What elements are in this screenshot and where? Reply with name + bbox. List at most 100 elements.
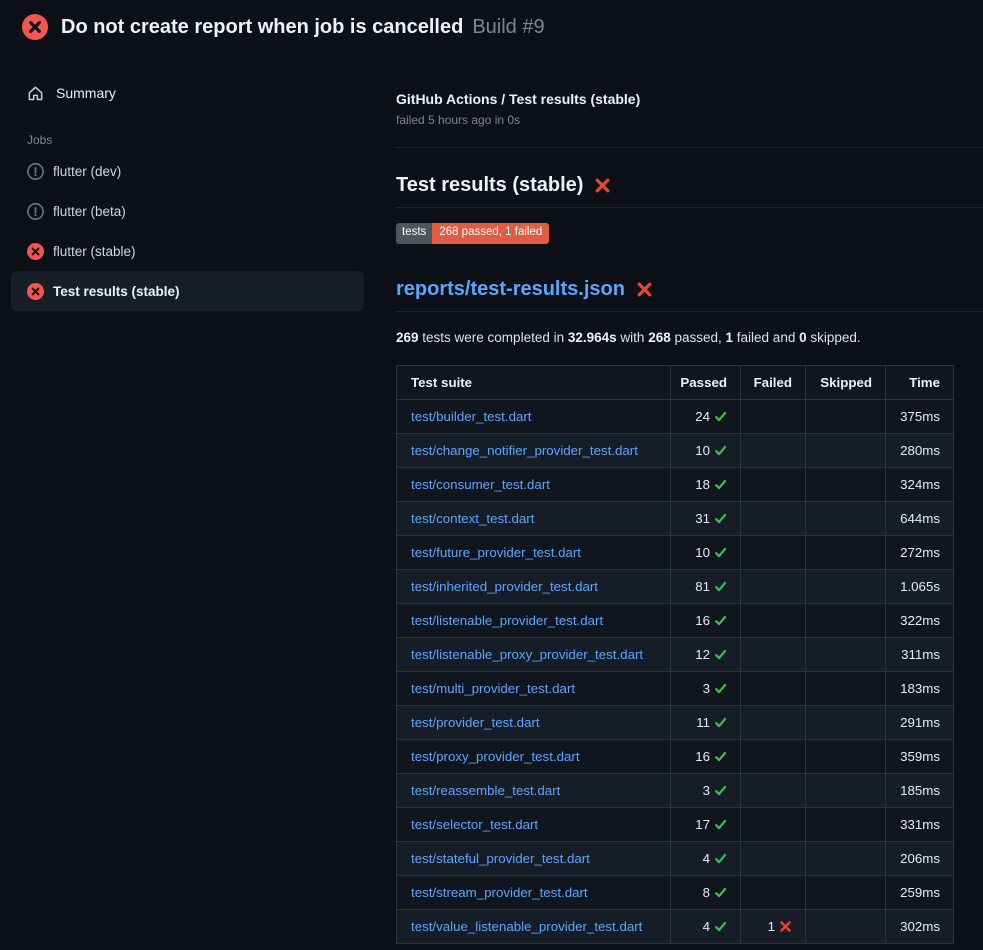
passed-cell: 81	[671, 569, 741, 603]
table-row: test/listenable_proxy_provider_test.dart…	[397, 637, 954, 671]
time-cell: 375ms	[886, 399, 954, 433]
check-icon	[714, 512, 727, 525]
skipped-cell	[806, 603, 886, 637]
suite-link[interactable]: test/value_listenable_provider_test.dart	[411, 919, 642, 934]
check-icon	[714, 410, 727, 423]
suite-link[interactable]: test/listenable_provider_test.dart	[411, 613, 603, 628]
passed-count: 16	[695, 613, 710, 628]
summary-segment: 32.964s	[568, 330, 617, 345]
report-link[interactable]: reports/test-results.json	[396, 278, 625, 301]
sidebar-job-item[interactable]: flutter (stable)	[11, 231, 364, 271]
table-row: test/stream_provider_test.dart8 259ms	[397, 875, 954, 909]
failed-cell	[741, 773, 806, 807]
home-icon	[27, 85, 44, 102]
failed-cell: 1	[741, 909, 806, 943]
sidebar-item-summary[interactable]: Summary	[11, 77, 372, 109]
passed-count: 17	[695, 817, 710, 832]
suite-link[interactable]: test/proxy_provider_test.dart	[411, 749, 580, 764]
time-cell: 1.065s	[886, 569, 954, 603]
suite-link[interactable]: test/selector_test.dart	[411, 817, 538, 832]
table-row: test/inherited_provider_test.dart 81 1.06…	[397, 569, 954, 603]
sidebar-job-item[interactable]: Test results (stable)	[11, 271, 364, 311]
passed-count: 4	[703, 851, 710, 866]
summary-segment: tests were completed in	[419, 330, 568, 345]
suite-link[interactable]: test/consumer_test.dart	[411, 477, 550, 492]
skipped-cell	[806, 875, 886, 909]
skipped-cell	[806, 433, 886, 467]
suite-cell: test/listenable_proxy_provider_test.dart	[397, 637, 671, 671]
passed-cell: 11	[671, 705, 741, 739]
passed-cell: 24	[671, 399, 741, 433]
page-title: Do not create report when job is cancell…	[61, 16, 463, 38]
table-row: test/listenable_provider_test.dart 16 322…	[397, 603, 954, 637]
failed-cell	[741, 637, 806, 671]
suite-link[interactable]: test/stream_provider_test.dart	[411, 885, 588, 900]
summary-segment: with	[617, 330, 649, 345]
failed-cell	[741, 399, 806, 433]
suite-link[interactable]: test/reassemble_test.dart	[411, 783, 560, 798]
check-icon	[714, 784, 727, 797]
sidebar-jobs-heading: Jobs	[27, 133, 396, 147]
passed-count: 3	[703, 783, 710, 798]
x-mark-icon	[636, 281, 653, 298]
time-cell: 311ms	[886, 637, 954, 671]
check-icon	[714, 750, 727, 763]
failed-cell	[741, 739, 806, 773]
suite-link[interactable]: test/stateful_provider_test.dart	[411, 851, 590, 866]
suite-link[interactable]: test/inherited_provider_test.dart	[411, 579, 598, 594]
suite-link[interactable]: test/listenable_proxy_provider_test.dart	[411, 647, 643, 662]
time-cell: 185ms	[886, 773, 954, 807]
table-row: test/value_listenable_provider_test.dart…	[397, 909, 954, 943]
x-mark-icon	[779, 920, 792, 933]
main-content: GitHub Actions / Test results (stable) f…	[396, 53, 983, 944]
section-title: Test results (stable)	[396, 174, 583, 197]
skipped-cell	[806, 909, 886, 943]
divider	[396, 311, 983, 312]
table-row: test/context_test.dart31 644ms	[397, 501, 954, 535]
table-row: test/multi_provider_test.dart3 183ms	[397, 671, 954, 705]
failed-cell	[741, 501, 806, 535]
skipped-cell	[806, 807, 886, 841]
summary-segment: 1	[726, 330, 734, 345]
passed-count: 4	[703, 919, 710, 934]
summary-segment: passed,	[671, 330, 726, 345]
suite-cell: test/multi_provider_test.dart	[397, 671, 671, 705]
suite-link[interactable]: test/multi_provider_test.dart	[411, 681, 575, 696]
tests-badge: tests 268 passed, 1 failed	[396, 223, 549, 244]
x-mark-icon	[594, 177, 611, 194]
time-cell: 322ms	[886, 603, 954, 637]
sidebar-job-item[interactable]: flutter (dev)	[11, 151, 364, 191]
passed-cell: 12	[671, 637, 741, 671]
suite-cell: test/provider_test.dart	[397, 705, 671, 739]
skipped-cell	[806, 637, 886, 671]
passed-count: 24	[695, 409, 710, 424]
passed-cell: 10	[671, 433, 741, 467]
time-cell: 280ms	[886, 433, 954, 467]
sidebar-jobs-list: flutter (dev) flutter (beta) flutter (st…	[0, 151, 396, 311]
sidebar-job-item[interactable]: flutter (beta)	[11, 191, 364, 231]
suite-link[interactable]: test/builder_test.dart	[411, 409, 531, 424]
suite-link[interactable]: test/future_provider_test.dart	[411, 545, 581, 560]
x-circle-icon	[22, 14, 48, 40]
suite-cell: test/context_test.dart	[397, 501, 671, 535]
table-row: test/change_notifier_provider_test.dart 1…	[397, 433, 954, 467]
failed-cell	[741, 671, 806, 705]
suite-link[interactable]: test/provider_test.dart	[411, 715, 540, 730]
passed-cell: 18	[671, 467, 741, 501]
page-header: Do not create report when job is cancell…	[0, 0, 983, 53]
suite-link[interactable]: test/context_test.dart	[411, 511, 534, 526]
alert-circle-icon	[27, 163, 44, 180]
alert-circle-icon	[27, 203, 44, 220]
divider	[396, 207, 983, 208]
divider	[396, 147, 983, 148]
failed-cell	[741, 807, 806, 841]
failed-cell	[741, 875, 806, 909]
suite-cell: test/change_notifier_provider_test.dart	[397, 433, 671, 467]
suite-link[interactable]: test/change_notifier_provider_test.dart	[411, 443, 638, 458]
summary-line: 269 tests were completed in 32.964s with…	[396, 330, 983, 345]
x-mark-icon	[594, 177, 611, 194]
passed-cell: 16	[671, 603, 741, 637]
check-icon	[714, 818, 727, 831]
skipped-cell	[806, 501, 886, 535]
table-row: test/future_provider_test.dart10 272ms	[397, 535, 954, 569]
